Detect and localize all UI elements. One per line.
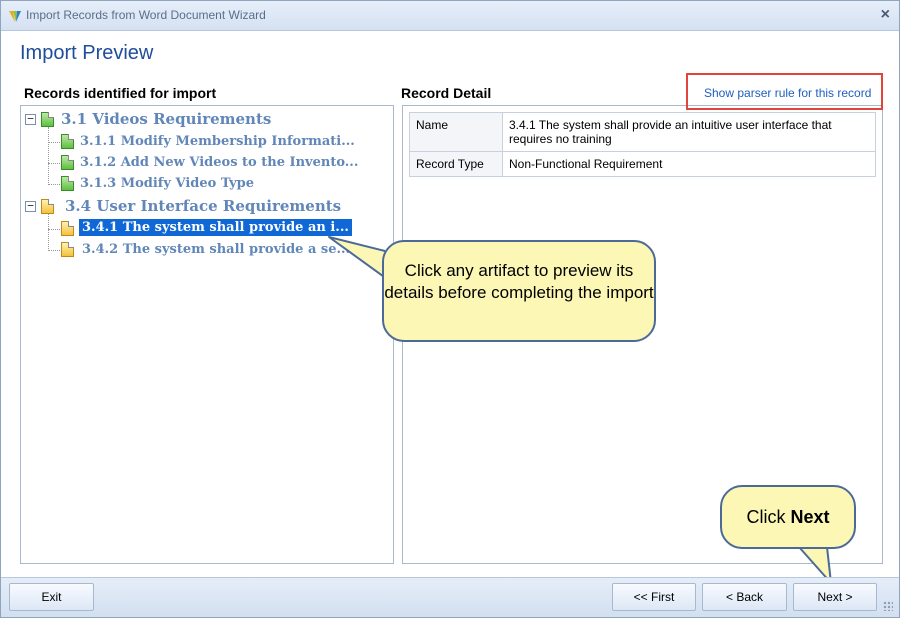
table-row: Name 3.4.1 The system shall provide an i…	[409, 112, 876, 152]
tree-node-3-1-2[interactable]: 3.1.2 Add New Videos to the Invento...	[80, 155, 358, 170]
record-detail-header: Record Detail	[401, 85, 492, 101]
show-parser-rule-link[interactable]: Show parser rule for this record	[704, 86, 871, 100]
tree-node-3-1[interactable]: 3.1 Videos Requirements	[61, 110, 271, 128]
artifact-callout: Click any artifact to preview its detail…	[382, 240, 656, 342]
tree-node-3-4-2[interactable]: 3.4.2 The system shall provide a se...	[82, 242, 350, 257]
first-button[interactable]: << First	[612, 583, 696, 611]
record-detail-table: Name 3.4.1 The system shall provide an i…	[409, 112, 876, 177]
next-callout: Click Next	[720, 485, 856, 549]
tree-node-3-1-1[interactable]: 3.1.1 Modify Membership Informati...	[80, 134, 355, 149]
collapse-icon[interactable]: −	[25, 200, 36, 212]
tree-line	[48, 127, 49, 185]
resize-grip-icon[interactable]	[883, 601, 893, 611]
tree-line	[48, 142, 60, 143]
table-row: Record Type Non-Functional Requirement	[409, 151, 876, 177]
back-button[interactable]: < Back	[702, 583, 787, 611]
yellow-document-icon	[61, 221, 74, 236]
exit-button[interactable]: Exit	[9, 583, 94, 611]
records-header: Records identified for import	[24, 85, 217, 101]
wizard-footer: Exit << First < Back Next >	[1, 577, 899, 617]
yellow-document-icon	[61, 242, 74, 257]
tree-line	[48, 184, 60, 185]
tree-line	[48, 229, 60, 230]
close-icon[interactable]: ×	[881, 6, 890, 24]
next-button[interactable]: Next >	[793, 583, 877, 611]
window-title: Import Records from Word Document Wizard	[26, 8, 266, 22]
tree-line	[48, 250, 60, 251]
detail-key: Name	[409, 112, 503, 152]
app-logo-icon	[9, 11, 21, 22]
detail-value: 3.4.1 The system shall provide an intuit…	[502, 112, 876, 152]
tree-node-3-1-3[interactable]: 3.1.3 Modify Video Type	[80, 176, 254, 191]
green-document-icon	[61, 134, 74, 149]
tree-node-3-4[interactable]: 3.4 User Interface Requirements	[65, 197, 341, 215]
wizard-window: Import Records from Word Document Wizard…	[0, 0, 900, 618]
tree-node-3-4-1[interactable]: 3.4.1 The system shall provide an i...	[79, 219, 352, 236]
collapse-icon[interactable]: −	[25, 113, 36, 125]
page-title: Import Preview	[20, 42, 154, 64]
title-bar: Import Records from Word Document Wizard…	[1, 1, 899, 31]
green-document-icon	[41, 112, 54, 127]
green-document-icon	[61, 155, 74, 170]
records-tree[interactable]	[20, 105, 394, 564]
next-callout-text: Click	[746, 507, 791, 527]
detail-value: Non-Functional Requirement	[502, 151, 876, 177]
detail-key: Record Type	[409, 151, 503, 177]
green-document-icon	[61, 176, 74, 191]
tree-line	[48, 214, 49, 251]
next-callout-bold: Next	[790, 507, 830, 527]
tree-line	[48, 163, 60, 164]
yellow-document-icon	[41, 199, 54, 214]
